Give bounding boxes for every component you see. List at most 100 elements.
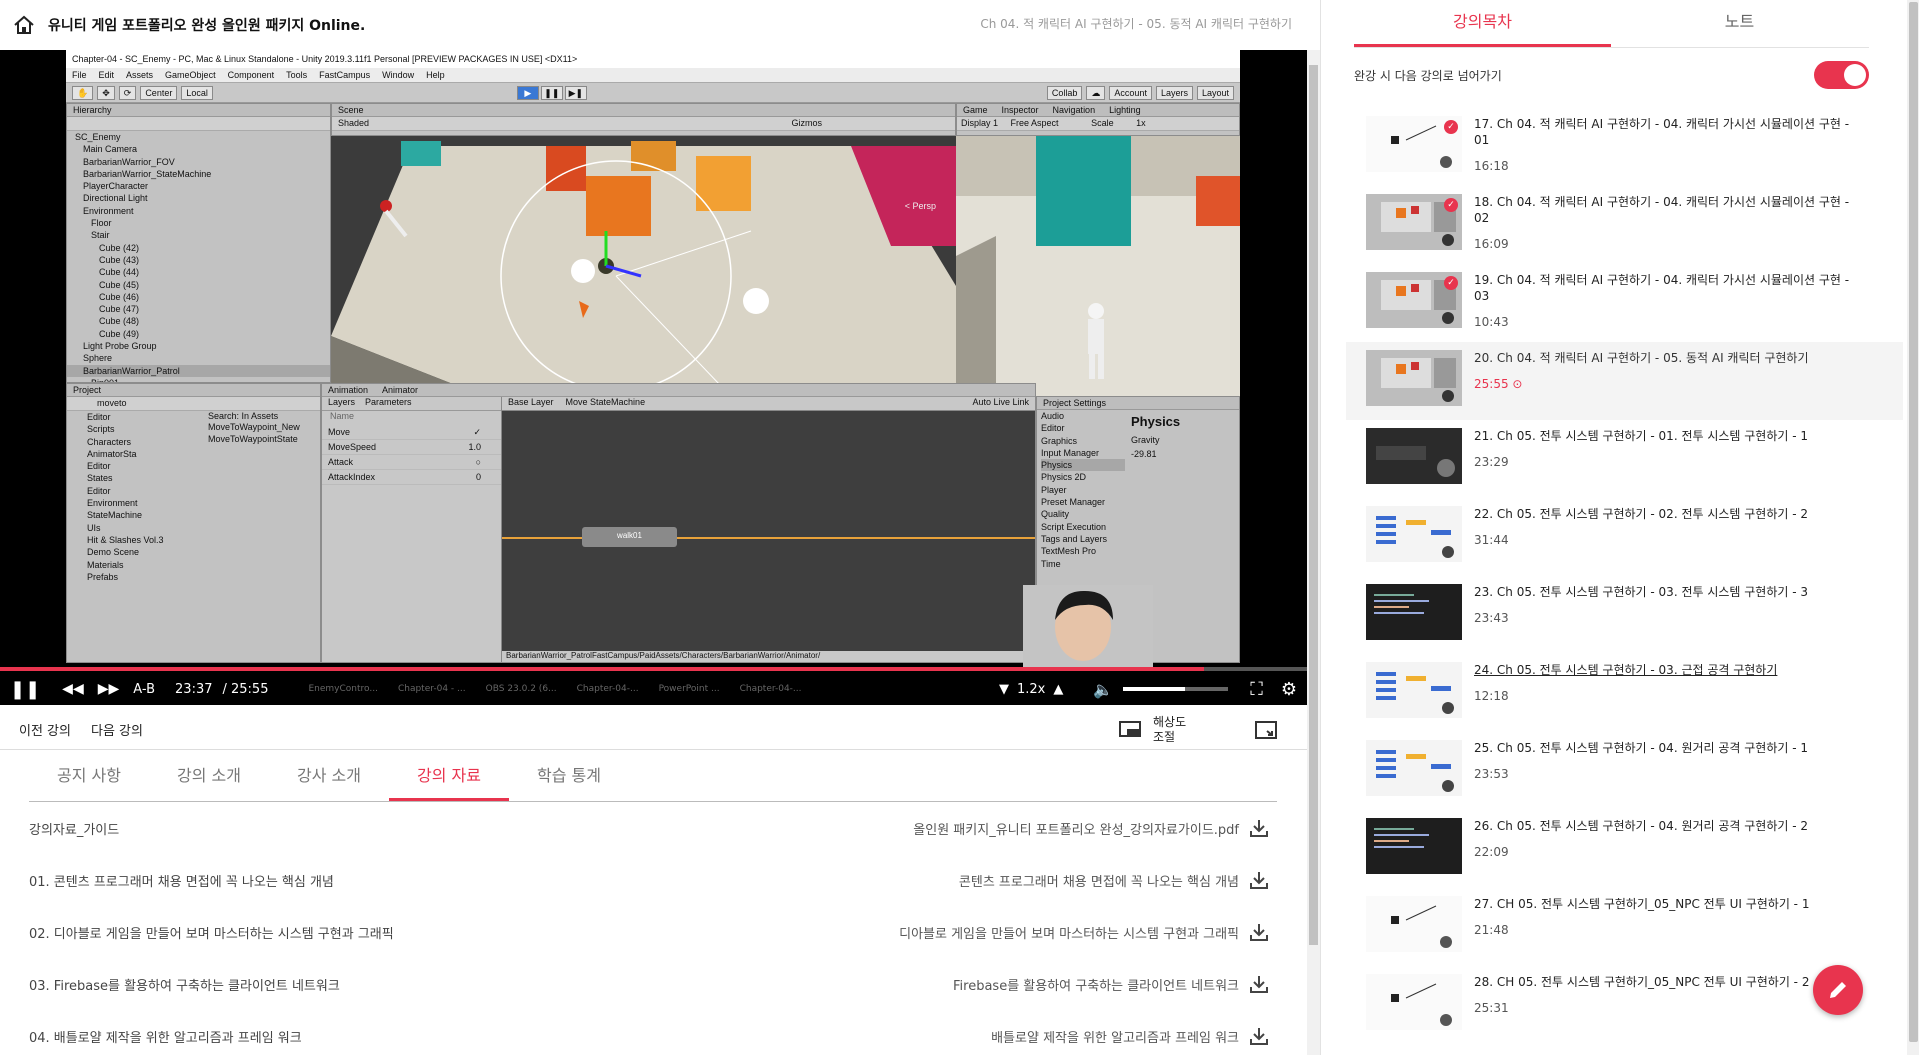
lecture-title[interactable]: 17. Ch 04. 적 캐릭터 AI 구현하기 - 04. 캐릭터 가시선 시… bbox=[1474, 116, 1864, 148]
lecture-title[interactable]: 18. Ch 04. 적 캐릭터 AI 구현하기 - 04. 캐릭터 가시선 시… bbox=[1474, 194, 1864, 226]
lecture-thumbnail[interactable] bbox=[1366, 662, 1462, 718]
hierarchy-item: Cube (44) bbox=[99, 267, 140, 278]
animator-subtab: Layers bbox=[328, 397, 356, 407]
taskbar-item: Chapter-04-... bbox=[739, 684, 802, 694]
download-icon[interactable] bbox=[1249, 870, 1269, 890]
home-icon[interactable] bbox=[0, 15, 48, 35]
unity-step-icon: ▶❚ bbox=[564, 85, 587, 100]
lecture-title[interactable]: 21. Ch 05. 전투 시스템 구현하기 - 01. 전투 시스템 구현하기… bbox=[1474, 428, 1864, 444]
lecture-item[interactable]: 23. Ch 05. 전투 시스템 구현하기 - 03. 전투 시스템 구현하기… bbox=[1346, 576, 1903, 654]
material-download[interactable]: Firebase를 활용하여 구축하는 클라이언트 네트워크 bbox=[953, 974, 1269, 994]
material-file[interactable]: 올인원 패키지_유니티 포트폴리오 완성_강의자료가이드.pdf bbox=[913, 819, 1239, 838]
ab-repeat-button[interactable]: A-B bbox=[133, 682, 155, 697]
content-tab[interactable]: 강사 소개 bbox=[269, 750, 389, 801]
sidebar-tab[interactable]: 노트 bbox=[1611, 0, 1868, 47]
lecture-thumbnail[interactable] bbox=[1366, 974, 1462, 1030]
hierarchy-item: SC_Enemy bbox=[75, 132, 121, 142]
pause-icon[interactable]: ❚❚ bbox=[10, 679, 40, 700]
unity-play-icon: ▶ bbox=[516, 85, 539, 100]
lecture-thumbnail[interactable]: ✓ bbox=[1366, 272, 1462, 328]
animator-tabs: Animation Animator bbox=[322, 384, 1035, 397]
lecture-thumbnail[interactable]: ✓ bbox=[1366, 194, 1462, 250]
lecture-item[interactable]: 27. CH 05. 전투 시스템 구현하기_05_NPC 전투 UI 구현하기… bbox=[1346, 888, 1903, 966]
fullscreen-icon[interactable]: ⛶ bbox=[1250, 679, 1263, 700]
material-download[interactable]: 콘텐츠 프로그래머 채용 면접에 꼭 나오는 핵심 개념 bbox=[959, 870, 1269, 890]
lecture-title[interactable]: 24. Ch 05. 전투 시스템 구현하기 - 03. 근접 공격 구현하기 bbox=[1474, 662, 1864, 678]
lecture-thumbnail[interactable] bbox=[1366, 506, 1462, 562]
content-tab[interactable]: 학습 통계 bbox=[509, 750, 629, 801]
speed-down-icon[interactable]: ▼ bbox=[999, 682, 1009, 697]
lecture-thumbnail[interactable] bbox=[1366, 350, 1462, 406]
lecture-duration-text: 16:18 bbox=[1474, 159, 1509, 173]
lecture-info: 25. Ch 05. 전투 시스템 구현하기 - 04. 원거리 공격 구현하기… bbox=[1474, 740, 1864, 782]
video-player[interactable]: Chapter-04 - SC_Enemy - PC, Mac & Linux … bbox=[0, 50, 1307, 705]
next-lecture-button[interactable]: 다음 강의 bbox=[91, 720, 143, 739]
material-file[interactable]: Firebase를 활용하여 구축하는 클라이언트 네트워크 bbox=[953, 975, 1239, 994]
lecture-item[interactable]: ✓ 19. Ch 04. 적 캐릭터 AI 구현하기 - 04. 캐릭터 가시선 … bbox=[1346, 264, 1903, 342]
lecture-thumbnail[interactable] bbox=[1366, 428, 1462, 484]
hierarchy-item: Cube (45) bbox=[99, 279, 140, 290]
lecture-title[interactable]: 23. Ch 05. 전투 시스템 구현하기 - 03. 전투 시스템 구현하기… bbox=[1474, 584, 1864, 600]
lecture-thumbnail[interactable] bbox=[1366, 740, 1462, 796]
completed-check-icon: ✓ bbox=[1444, 198, 1458, 212]
sidebar-tabs: 강의목차 노트 bbox=[1354, 0, 1869, 47]
lecture-item[interactable]: 21. Ch 05. 전투 시스템 구현하기 - 01. 전투 시스템 구현하기… bbox=[1346, 420, 1903, 498]
download-icon[interactable] bbox=[1249, 974, 1269, 994]
settings-icon[interactable]: ⚙ bbox=[1281, 679, 1297, 700]
lecture-title[interactable]: 19. Ch 04. 적 캐릭터 AI 구현하기 - 04. 캐릭터 가시선 시… bbox=[1474, 272, 1864, 304]
material-file[interactable]: 배틀로얄 제작을 위한 알고리즘과 프레임 워크 bbox=[991, 1027, 1239, 1046]
project-folder: Editor bbox=[87, 461, 111, 472]
download-icon[interactable] bbox=[1249, 818, 1269, 838]
lecture-title[interactable]: 28. CH 05. 전투 시스템 구현하기_05_NPC 전투 UI 구현하기… bbox=[1474, 974, 1864, 990]
material-file[interactable]: 콘텐츠 프로그래머 채용 면접에 꼭 나오는 핵심 개념 bbox=[959, 871, 1239, 890]
material-file[interactable]: 디아블로 게임을 만들어 보며 마스터하는 시스템 구현과 그래픽 bbox=[899, 923, 1239, 942]
lecture-item[interactable]: 20. Ch 04. 적 캐릭터 AI 구현하기 - 05. 동적 AI 캐릭터… bbox=[1346, 342, 1903, 420]
download-icon[interactable] bbox=[1249, 922, 1269, 942]
video-progress-bar[interactable] bbox=[0, 667, 1307, 671]
lecture-title[interactable]: 20. Ch 04. 적 캐릭터 AI 구현하기 - 05. 동적 AI 캐릭터… bbox=[1474, 350, 1864, 366]
pip-icon[interactable] bbox=[1255, 720, 1277, 739]
lecture-item[interactable]: 22. Ch 05. 전투 시스템 구현하기 - 02. 전투 시스템 구현하기… bbox=[1346, 498, 1903, 576]
edit-note-button[interactable] bbox=[1813, 965, 1863, 1015]
parameter-name: Move bbox=[328, 427, 351, 437]
material-download[interactable]: 디아블로 게임을 만들어 보며 마스터하는 시스템 구현과 그래픽 bbox=[899, 922, 1269, 942]
main-scrollbar[interactable] bbox=[1307, 50, 1320, 1055]
download-icon[interactable] bbox=[1249, 1026, 1269, 1046]
content-tab[interactable]: 공지 사항 bbox=[29, 750, 149, 801]
animator-parameter: MoveSpeed 1.0 bbox=[322, 440, 501, 455]
lecture-item[interactable]: ✓ 18. Ch 04. 적 캐릭터 AI 구현하기 - 04. 캐릭터 가시선 … bbox=[1346, 186, 1903, 264]
content-tab[interactable]: 강의 자료 bbox=[389, 750, 509, 801]
lecture-thumbnail[interactable] bbox=[1366, 896, 1462, 952]
autoplay-toggle[interactable] bbox=[1814, 61, 1869, 89]
volume-slider[interactable] bbox=[1123, 687, 1229, 691]
volume-icon[interactable]: 🔈 bbox=[1093, 680, 1113, 699]
material-download[interactable]: 올인원 패키지_유니티 포트폴리오 완성_강의자료가이드.pdf bbox=[913, 818, 1269, 838]
lecture-item[interactable]: 25. Ch 05. 전투 시스템 구현하기 - 04. 원거리 공격 구현하기… bbox=[1346, 732, 1903, 810]
rewind-icon[interactable]: ◀◀ bbox=[62, 681, 84, 697]
lecture-title[interactable]: 25. Ch 05. 전투 시스템 구현하기 - 04. 원거리 공격 구현하기… bbox=[1474, 740, 1864, 756]
lecture-item[interactable]: ✓ 17. Ch 04. 적 캐릭터 AI 구현하기 - 04. 캐릭터 가시선 … bbox=[1346, 108, 1903, 186]
resolution-button[interactable]: 해상도 조절 bbox=[1153, 715, 1193, 745]
material-download[interactable]: 배틀로얄 제작을 위한 알고리즘과 프레임 워크 bbox=[991, 1026, 1269, 1046]
material-name: 03. Firebase를 활용하여 구축하는 클라이언트 네트워크 bbox=[29, 978, 340, 994]
unity-menu-item: Edit bbox=[98, 70, 115, 80]
sidebar-scrollbar[interactable] bbox=[1907, 0, 1919, 1055]
lecture-title[interactable]: 26. Ch 05. 전투 시스템 구현하기 - 04. 원거리 공격 구현하기… bbox=[1474, 818, 1864, 834]
lecture-thumbnail[interactable]: ✓ bbox=[1366, 116, 1462, 172]
settings-category: Tags and Layers bbox=[1041, 533, 1108, 544]
sidebar-tab[interactable]: 강의목차 bbox=[1354, 0, 1611, 47]
layout-button: Layout bbox=[1196, 85, 1234, 100]
lecture-title[interactable]: 27. CH 05. 전투 시스템 구현하기_05_NPC 전투 UI 구현하기… bbox=[1474, 896, 1864, 912]
lecture-title[interactable]: 22. Ch 05. 전투 시스템 구현하기 - 02. 전투 시스템 구현하기… bbox=[1474, 506, 1864, 522]
resolution-icon[interactable] bbox=[1119, 720, 1141, 739]
lecture-item[interactable]: 26. Ch 05. 전투 시스템 구현하기 - 04. 원거리 공격 구현하기… bbox=[1346, 810, 1903, 888]
lecture-item[interactable]: 24. Ch 05. 전투 시스템 구현하기 - 03. 근접 공격 구현하기 1… bbox=[1346, 654, 1903, 732]
lecture-thumbnail[interactable] bbox=[1366, 818, 1462, 874]
speed-up-icon[interactable]: ▲ bbox=[1053, 682, 1063, 697]
forward-icon[interactable]: ▶▶ bbox=[98, 681, 120, 697]
hierarchy-item: Cube (49) bbox=[99, 328, 140, 339]
content-tab[interactable]: 강의 소개 bbox=[149, 750, 269, 801]
prev-lecture-button[interactable]: 이전 강의 bbox=[19, 720, 71, 739]
lecture-thumbnail[interactable] bbox=[1366, 584, 1462, 640]
layers-button: Layers bbox=[1155, 85, 1193, 100]
